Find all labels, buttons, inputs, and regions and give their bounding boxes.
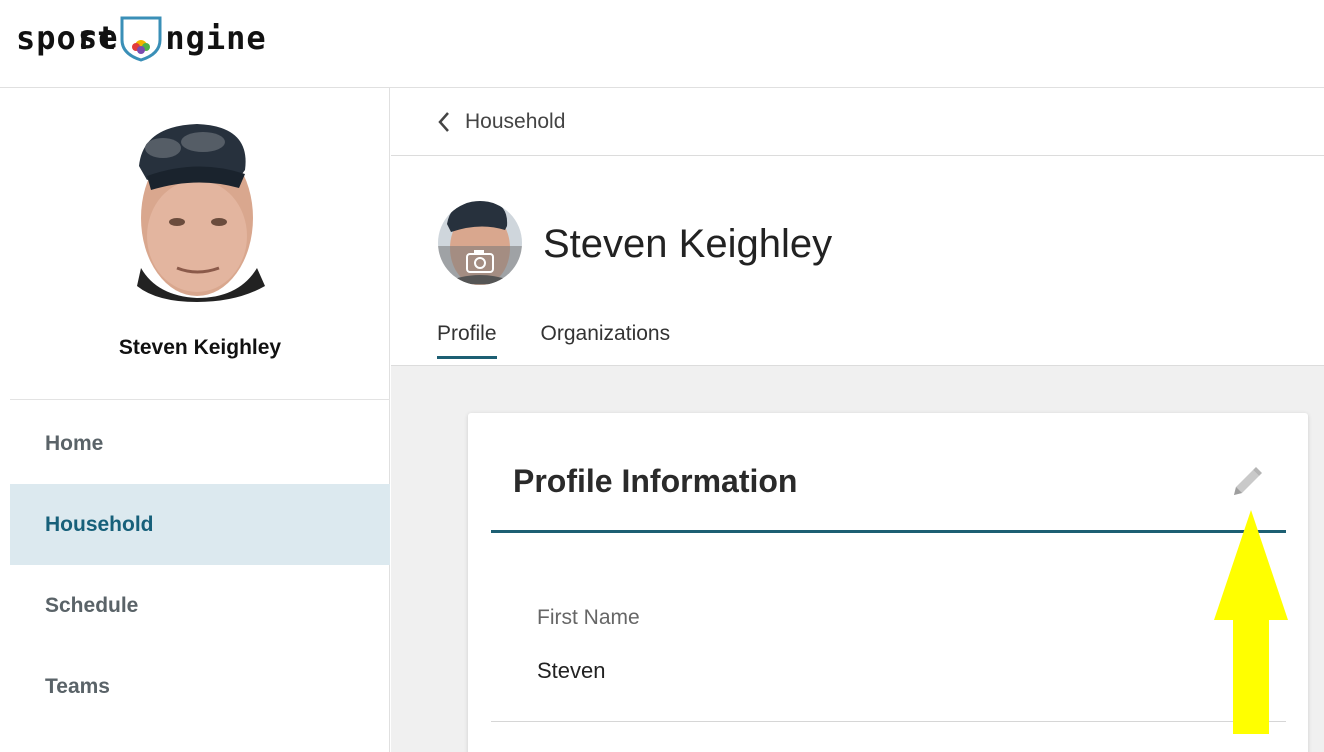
logo-shield-icon [120,16,162,62]
logo-text-mid: se [78,18,119,56]
profile-photo-upload[interactable] [437,196,523,286]
sidebar-item-household[interactable]: Household [10,484,390,565]
main-content: Household Steven Keighley Profile Organi… [391,88,1324,752]
sidebar-user-name: Steven Keighley [118,336,282,359]
logo-text-right: ngine [165,19,267,57]
field-divider [491,721,1286,722]
card-title: Profile Information [513,463,798,499]
sidebar-profile: Steven Keighley [10,88,390,400]
sidebar-item-schedule[interactable]: Schedule [10,565,390,646]
sidebar-item-teams[interactable]: Teams [10,646,390,727]
first-name-label: First Name [537,606,640,629]
sidebar-item-home[interactable]: Home [10,403,390,484]
pencil-icon[interactable] [1226,463,1266,503]
tab-organizations[interactable]: Organizations [541,322,671,359]
profile-tabs: Profile Organizations [437,322,670,359]
breadcrumb-back-link[interactable]: Household [391,88,1324,156]
profile-information-card: Profile Information First Name Steven [468,413,1308,752]
sidebar: Steven Keighley Home Household Schedule … [10,88,390,752]
top-bar: sport se ngine [0,0,1324,88]
sportsengine-logo[interactable]: sport se ngine [16,10,267,66]
card-title-divider [491,530,1286,533]
first-name-value: Steven [537,658,606,683]
breadcrumb-label: Household [465,109,566,133]
sidebar-nav: Home Household Schedule Teams [10,403,390,727]
profile-header: Household Steven Keighley Profile Organi… [391,88,1324,366]
user-avatar[interactable] [127,118,269,302]
chevron-left-icon [438,111,449,132]
arrow-up-icon [1214,510,1288,734]
tab-profile[interactable]: Profile [437,322,497,359]
profile-name-heading: Steven Keighley [543,222,833,266]
